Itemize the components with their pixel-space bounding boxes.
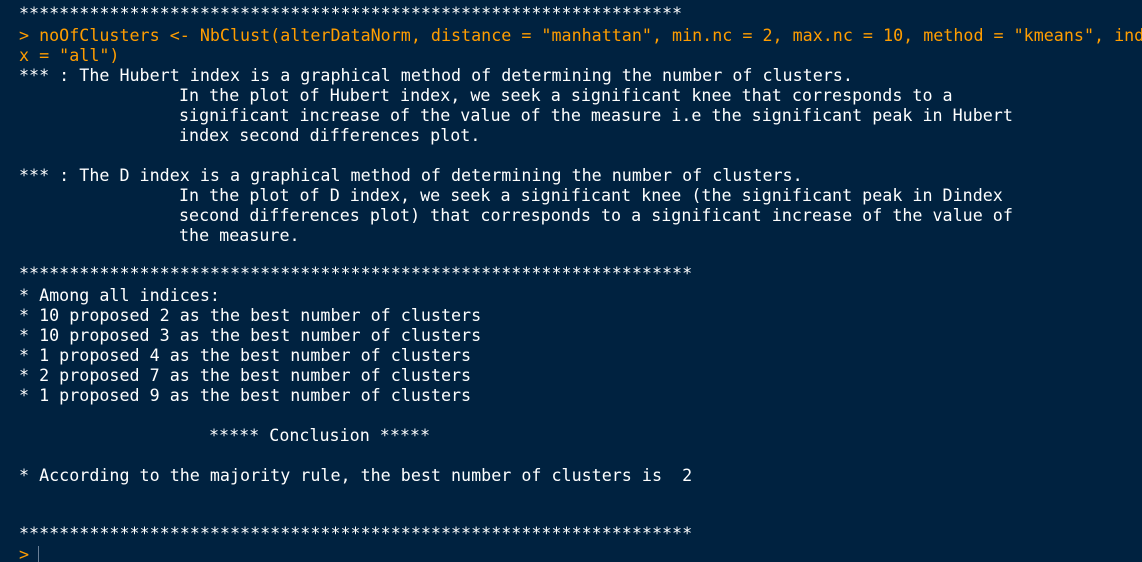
hubert-index-note: *** : The Hubert index is a graphical me…: [19, 65, 853, 85]
hubert-index-note-line: index second differences plot.: [179, 125, 481, 145]
d-index-note-line: the measure.: [179, 225, 300, 245]
summary-item: * 10 proposed 2 as the best number of cl…: [19, 305, 482, 325]
command-line-wrap: x = "all"): [19, 45, 120, 65]
separator-stars-top: ****************************************…: [19, 3, 683, 23]
d-index-note: *** : The D index is a graphical method …: [19, 165, 803, 185]
separator-stars-mid: ****************************************…: [19, 263, 693, 283]
summary-item: * 10 proposed 3 as the best number of cl…: [19, 325, 482, 345]
separator-stars-bottom: ****************************************…: [19, 523, 693, 543]
summary-heading: * Among all indices:: [19, 285, 220, 305]
d-index-note-line: second differences plot) that correspond…: [179, 205, 1013, 225]
r-console[interactable]: ****************************************…: [0, 0, 1142, 562]
summary-item: * 2 proposed 7 as the best number of clu…: [19, 365, 472, 385]
hubert-index-note-line: In the plot of Hubert index, we seek a s…: [179, 85, 953, 105]
text-cursor[interactable]: [38, 546, 39, 562]
summary-item: * 1 proposed 9 as the best number of clu…: [19, 385, 472, 405]
command-line: > noOfClusters <- NbClust(alterDataNorm,…: [19, 25, 1142, 45]
conclusion-text: * According to the majority rule, the be…: [19, 465, 693, 485]
conclusion-heading: ***** Conclusion *****: [209, 425, 431, 445]
d-index-note-line: In the plot of D index, we seek a signif…: [179, 185, 1003, 205]
hubert-index-note-line: significant increase of the value of the…: [179, 105, 1013, 125]
console-prompt: >: [19, 544, 30, 562]
summary-item: * 1 proposed 4 as the best number of clu…: [19, 345, 472, 365]
